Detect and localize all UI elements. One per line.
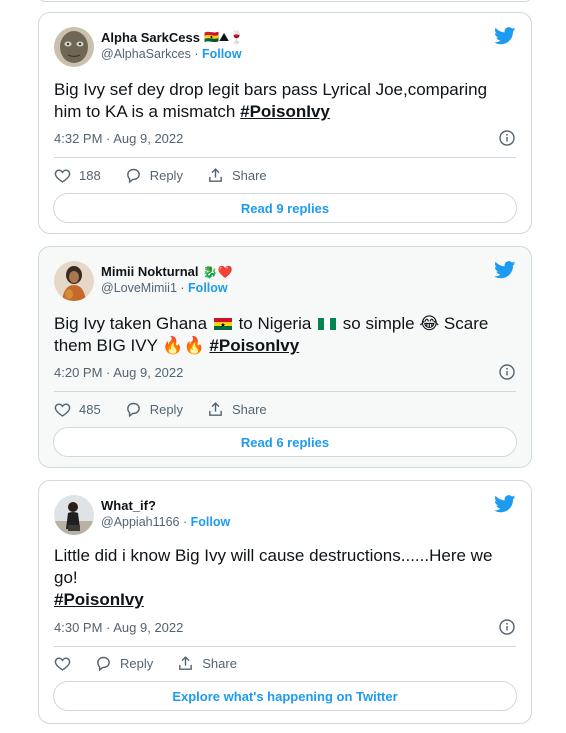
tweet-text: Little did i know Big Ivy will cause des…	[54, 545, 513, 611]
reply-label: Reply	[149, 168, 183, 183]
timestamp[interactable]: 4:30 PM · Aug 9, 2022	[54, 620, 183, 635]
reply-label: Reply	[120, 656, 154, 671]
like-button[interactable]	[54, 655, 71, 672]
tweet-text: Big Ivy sef dey drop legit bars pass Lyr…	[54, 79, 513, 123]
reply-icon	[126, 402, 140, 418]
tweet-card-3: What_if? @Appiah1166 · Follow Little did…	[38, 480, 532, 724]
info-icon[interactable]	[499, 130, 515, 146]
twitter-bird-icon[interactable]	[494, 261, 516, 279]
handle-separator: ·	[180, 281, 185, 295]
reply-label: Reply	[149, 402, 183, 417]
share-label: Share	[231, 402, 267, 417]
avatar[interactable]	[54, 27, 94, 67]
share-icon	[209, 168, 222, 182]
handle-separator: ·	[182, 515, 188, 529]
share-button[interactable]: Share	[177, 655, 237, 672]
divider	[54, 646, 516, 647]
author-name-emoji: 🐉❤️	[202, 264, 233, 279]
avatar[interactable]	[54, 261, 94, 301]
heart-icon	[54, 657, 71, 671]
divider	[54, 157, 516, 158]
like-count: 188	[79, 168, 101, 183]
ghana-flag-icon	[213, 318, 232, 330]
share-icon	[179, 656, 193, 670]
handle-separator: ·	[194, 47, 199, 61]
author-handle[interactable]: @Appiah1166	[101, 515, 180, 529]
info-icon[interactable]	[499, 364, 515, 380]
tweet-body-b: to Nigeria	[238, 314, 312, 333]
hashtag-link[interactable]: #PoisonIvy	[240, 102, 330, 121]
read-replies-button[interactable]: Read 6 replies	[53, 427, 517, 457]
timestamp[interactable]: 4:20 PM · Aug 9, 2022	[54, 365, 183, 380]
explore-twitter-button[interactable]: Explore what's happening on Twitter	[53, 681, 517, 711]
reply-button[interactable]: Reply	[95, 655, 153, 672]
reply-button[interactable]: Reply	[125, 401, 183, 418]
tweet-card-1: Alpha SarkCess 🇬🇭⛰🍷 @AlphaSarkces · Foll…	[38, 12, 532, 234]
share-button[interactable]: Share	[207, 167, 267, 184]
author-name[interactable]: Alpha SarkCess	[101, 30, 200, 45]
author-name[interactable]: Mimii Nokturnal	[101, 264, 199, 279]
avatar[interactable]	[54, 495, 94, 535]
tweet-body-a: Big Ivy taken Ghana	[54, 314, 208, 333]
heart-icon	[54, 169, 71, 183]
hashtag-link[interactable]: #PoisonIvy	[209, 336, 299, 355]
tweet-text: Big Ivy taken Ghana to Nigeria so simple…	[54, 313, 513, 357]
nigeria-flag-icon	[318, 318, 337, 330]
tweet-body: Little did i know Big Ivy will cause des…	[54, 546, 493, 587]
heart-icon	[54, 403, 71, 417]
like-button[interactable]: 485	[54, 401, 101, 418]
author-handle[interactable]: @AlphaSarkces	[101, 47, 191, 61]
tweet-card-top-partial	[38, 0, 532, 2]
twitter-bird-icon[interactable]	[494, 27, 516, 45]
author-name[interactable]: What_if?	[101, 498, 156, 513]
author-handle[interactable]: @LoveMimii1	[101, 281, 177, 295]
info-icon[interactable]	[499, 619, 515, 635]
tweet-card-2: Mimii Nokturnal 🐉❤️ @LoveMimii1 · Follow…	[38, 246, 532, 468]
share-button[interactable]: Share	[207, 401, 267, 418]
read-replies-button[interactable]: Read 9 replies	[53, 193, 517, 223]
follow-button[interactable]: Follow	[202, 47, 242, 61]
share-label: Share	[202, 656, 237, 671]
follow-button[interactable]: Follow	[188, 281, 228, 295]
author-name-emoji: 🇬🇭⛰🍷	[204, 30, 244, 44]
reply-icon	[97, 656, 110, 672]
hashtag-link[interactable]: #PoisonIvy	[54, 589, 513, 611]
reply-icon	[126, 168, 140, 184]
like-button[interactable]: 188	[54, 167, 101, 184]
share-icon	[209, 402, 222, 416]
reply-button[interactable]: Reply	[125, 167, 183, 184]
twitter-bird-icon[interactable]	[494, 495, 516, 513]
divider	[54, 391, 516, 392]
share-label: Share	[231, 168, 267, 183]
timestamp[interactable]: 4:32 PM · Aug 9, 2022	[54, 131, 183, 146]
follow-button[interactable]: Follow	[191, 515, 231, 529]
like-count: 485	[79, 402, 101, 417]
